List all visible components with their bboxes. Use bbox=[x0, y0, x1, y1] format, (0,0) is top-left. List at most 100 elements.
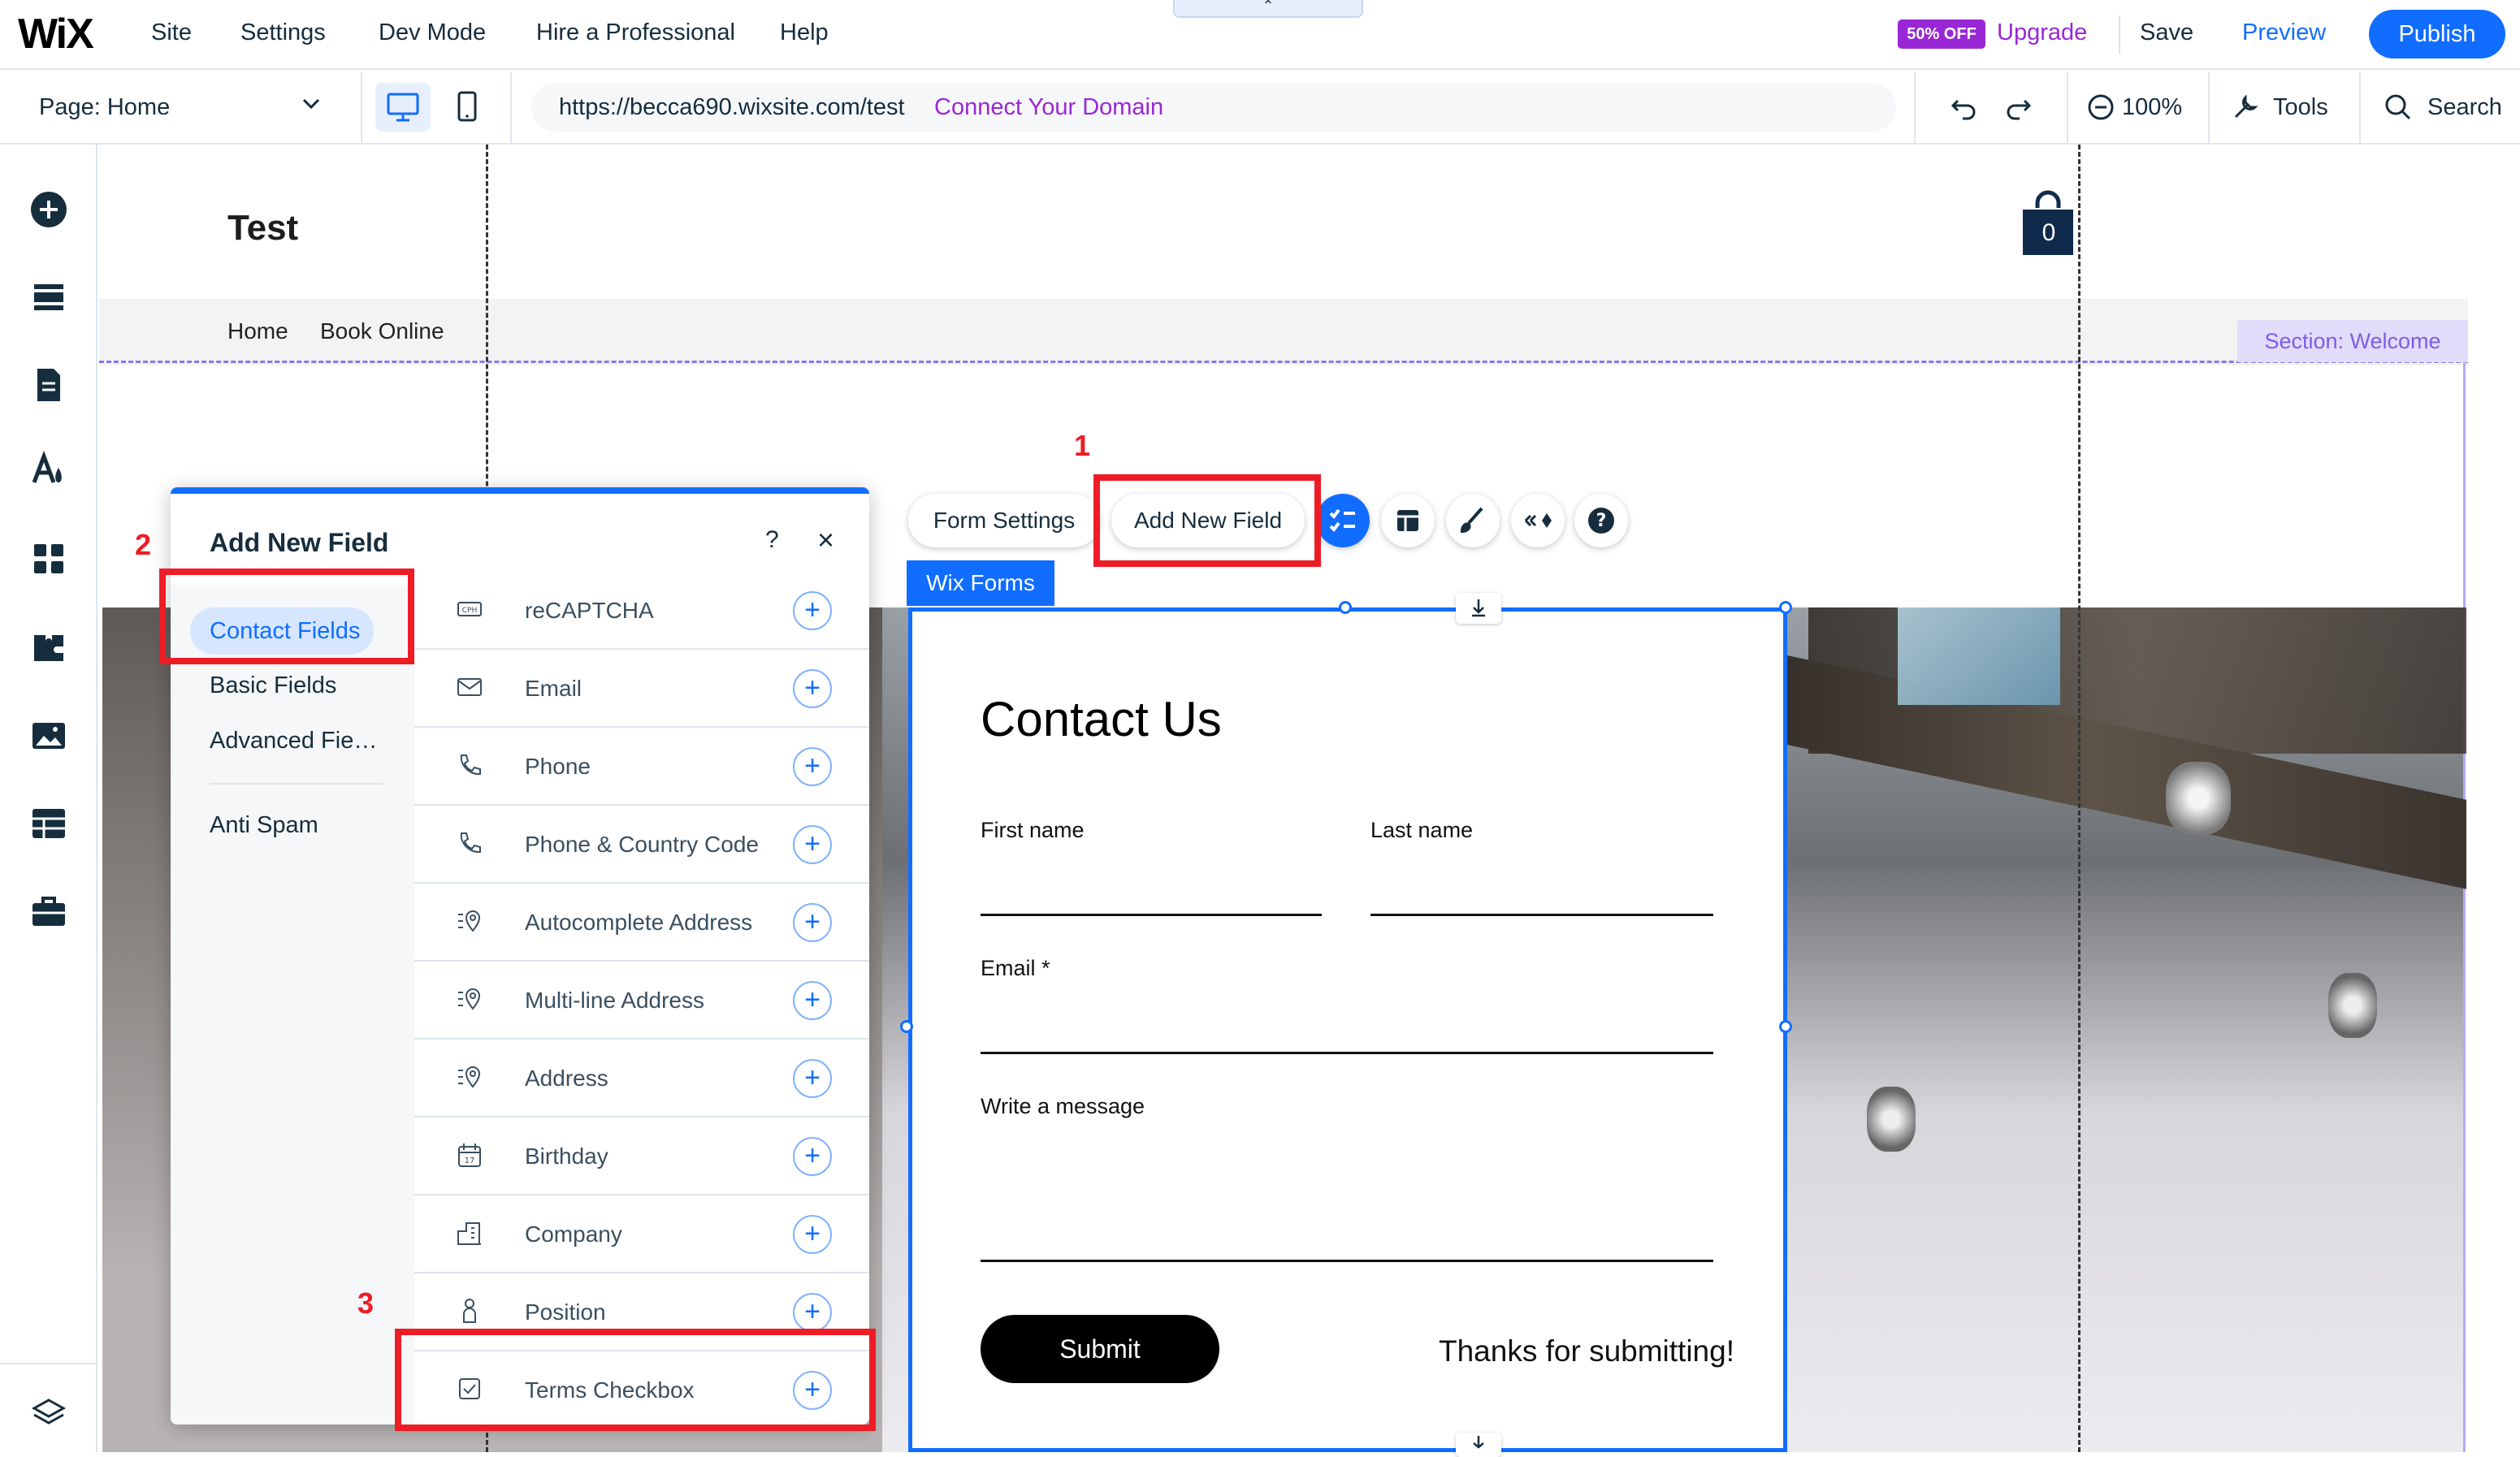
help-icon[interactable]: ? bbox=[765, 526, 779, 554]
close-icon[interactable]: × bbox=[817, 523, 834, 557]
zoom-level[interactable]: 100% bbox=[2122, 94, 2182, 121]
business-apps-icon[interactable] bbox=[29, 627, 68, 666]
publish-button[interactable]: Publish bbox=[2369, 10, 2505, 58]
site-nav bbox=[99, 299, 2468, 365]
layout-icon[interactable] bbox=[1381, 494, 1435, 547]
add-field-plus-icon[interactable]: + bbox=[793, 903, 832, 942]
field-multiline-address[interactable]: Multi-line Address + bbox=[414, 962, 869, 1040]
stretch-down-icon[interactable] bbox=[1456, 1433, 1501, 1457]
contact-form[interactable]: Contact Us First name Last name Email * … bbox=[908, 607, 1787, 1452]
desktop-view-icon[interactable] bbox=[375, 83, 431, 132]
message-input[interactable] bbox=[981, 1260, 1713, 1262]
add-elements-icon[interactable] bbox=[29, 190, 68, 229]
address-icon bbox=[458, 1066, 481, 1088]
site-title[interactable]: Test bbox=[227, 208, 298, 249]
animation-icon[interactable] bbox=[1511, 494, 1565, 547]
design-brush-icon[interactable] bbox=[1446, 494, 1500, 547]
design-icon[interactable] bbox=[29, 450, 68, 489]
chevron-down-icon[interactable] bbox=[299, 91, 323, 121]
zoom-out-icon[interactable] bbox=[2086, 93, 2115, 126]
upgrade-link[interactable]: Upgrade bbox=[1997, 19, 2087, 46]
last-name-input[interactable] bbox=[1370, 914, 1713, 916]
help-icon[interactable]: ? bbox=[1574, 494, 1628, 547]
field-phone[interactable]: Phone + bbox=[414, 728, 869, 806]
apps-icon[interactable] bbox=[29, 539, 68, 578]
search-button[interactable]: Search bbox=[2427, 94, 2502, 121]
field-email[interactable]: Email + bbox=[414, 650, 869, 728]
spotlight bbox=[2166, 762, 2231, 835]
add-field-plus-icon[interactable]: + bbox=[793, 825, 832, 864]
category-basic-fields[interactable]: Basic Fields bbox=[210, 672, 336, 699]
layers-icon[interactable] bbox=[29, 1394, 68, 1433]
success-message[interactable]: Thanks for submitting! bbox=[1439, 1334, 1734, 1368]
first-name-label: First name bbox=[981, 818, 1085, 842]
resize-handle[interactable] bbox=[1779, 1020, 1792, 1033]
resize-handle[interactable] bbox=[1339, 601, 1352, 614]
divider bbox=[361, 71, 362, 145]
cms-icon[interactable] bbox=[29, 804, 68, 843]
nav-home[interactable]: Home bbox=[227, 318, 288, 344]
tools-button[interactable]: Tools bbox=[2273, 94, 2328, 121]
menu-settings[interactable]: Settings bbox=[240, 19, 326, 46]
add-field-plus-icon[interactable]: + bbox=[793, 669, 832, 708]
field-address[interactable]: Address + bbox=[414, 1040, 869, 1118]
form-settings-button[interactable]: Form Settings bbox=[908, 494, 1100, 547]
submit-button[interactable]: Submit bbox=[981, 1315, 1219, 1383]
resize-handle[interactable] bbox=[900, 1020, 913, 1033]
address-icon bbox=[458, 988, 481, 1010]
menu-help[interactable]: Help bbox=[780, 19, 829, 46]
collapse-toolbar-tab[interactable]: ⌃ bbox=[1173, 0, 1363, 18]
field-label: Company bbox=[525, 1221, 622, 1247]
email-input[interactable] bbox=[981, 1052, 1713, 1054]
menu-site[interactable]: Site bbox=[151, 19, 192, 46]
email-icon bbox=[457, 678, 482, 696]
message-label: Write a message bbox=[981, 1094, 1145, 1118]
add-field-plus-icon[interactable]: + bbox=[793, 1293, 832, 1332]
add-field-plus-icon[interactable]: + bbox=[793, 981, 832, 1020]
field-recaptcha[interactable]: CPH reCAPTCHA + bbox=[414, 572, 869, 650]
component-name-tag[interactable]: Wix Forms bbox=[907, 560, 1054, 606]
last-name-label: Last name bbox=[1370, 818, 1474, 842]
spotlight bbox=[1867, 1087, 1916, 1152]
first-name-input[interactable] bbox=[981, 914, 1322, 916]
field-label: Phone & Country Code bbox=[525, 832, 759, 857]
resize-handle[interactable] bbox=[1779, 601, 1792, 614]
add-field-plus-icon[interactable]: + bbox=[793, 747, 832, 786]
add-field-plus-icon[interactable]: + bbox=[793, 1059, 832, 1098]
wix-logo[interactable]: WiX bbox=[18, 10, 94, 58]
tools-icon[interactable] bbox=[2229, 91, 2262, 128]
annotation-box-2 bbox=[159, 569, 414, 664]
preview-button[interactable]: Preview bbox=[2242, 19, 2326, 46]
field-autocomplete-address[interactable]: Autocomplete Address + bbox=[414, 884, 869, 962]
section-boundary-right bbox=[2463, 361, 2466, 1452]
save-button[interactable]: Save bbox=[2140, 19, 2193, 46]
phone-icon bbox=[460, 754, 481, 776]
menu-hire-professional[interactable]: Hire a Professional bbox=[536, 19, 735, 46]
search-icon[interactable] bbox=[2382, 91, 2414, 128]
pages-icon[interactable] bbox=[29, 365, 68, 404]
add-field-plus-icon[interactable]: + bbox=[793, 1137, 832, 1176]
add-field-plus-icon[interactable]: + bbox=[793, 591, 832, 630]
menu-dev-mode[interactable]: Dev Mode bbox=[379, 19, 486, 46]
discount-badge[interactable]: 50% OFF bbox=[1898, 19, 1985, 49]
stretch-icon[interactable] bbox=[1456, 593, 1501, 624]
field-phone-country-code[interactable]: Phone & Country Code + bbox=[414, 806, 869, 884]
field-company[interactable]: Company + bbox=[414, 1195, 869, 1273]
portfolio-icon[interactable] bbox=[29, 892, 68, 931]
add-field-plus-icon[interactable]: + bbox=[793, 1215, 832, 1254]
section-tag[interactable]: Section: Welcome bbox=[2237, 320, 2468, 362]
field-birthday[interactable]: 17 Birthday + bbox=[414, 1118, 869, 1195]
undo-icon[interactable] bbox=[1948, 91, 1981, 128]
form-title[interactable]: Contact Us bbox=[981, 691, 1222, 747]
media-icon[interactable] bbox=[29, 716, 68, 755]
category-anti-spam[interactable]: Anti Spam bbox=[210, 812, 318, 839]
sections-icon[interactable] bbox=[29, 278, 68, 317]
nav-book-online[interactable]: Book Online bbox=[320, 318, 444, 344]
mobile-view-icon[interactable] bbox=[447, 83, 487, 132]
category-advanced-fields[interactable]: Advanced Fie… bbox=[210, 728, 377, 754]
manage-fields-icon[interactable] bbox=[1316, 494, 1370, 547]
redo-icon[interactable] bbox=[2002, 91, 2034, 128]
divider bbox=[2119, 15, 2120, 54]
page-selector[interactable]: Page: Home bbox=[39, 94, 170, 121]
connect-domain-link[interactable]: Connect Your Domain bbox=[934, 94, 1163, 121]
